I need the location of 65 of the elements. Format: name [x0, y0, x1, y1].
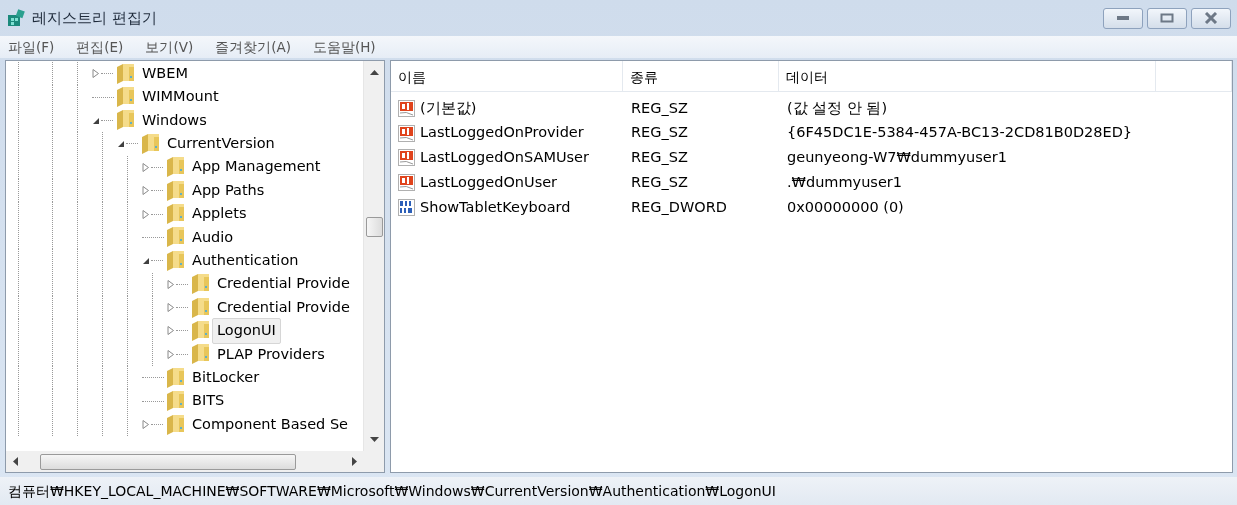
value-type: REG_DWORD [631, 198, 727, 215]
close-icon [1204, 12, 1218, 24]
folder-icon [165, 366, 185, 389]
string-value-icon [397, 148, 416, 168]
scroll-right-icon[interactable] [352, 457, 358, 466]
value-data: .₩dummyuser1 [787, 173, 903, 190]
tree-item[interactable]: WIMMount [137, 84, 224, 110]
tree-item[interactable]: WBEM [137, 61, 193, 87]
value-name[interactable]: (기본값) [420, 97, 477, 120]
value-name[interactable]: LastLoggedOnSAMUser [420, 147, 589, 169]
maximize-button[interactable] [1147, 7, 1187, 29]
value-type: REG_SZ [631, 99, 688, 116]
folder-icon [165, 179, 185, 202]
value-data: 0x00000000 (0) [787, 198, 904, 215]
tree-item[interactable]: Applets [187, 201, 252, 227]
folder-icon [190, 320, 210, 342]
string-value-icon [397, 173, 416, 193]
tree-item[interactable]: Windows [137, 107, 212, 134]
column-header[interactable]: 종류 [623, 61, 779, 91]
folder-icon [165, 390, 185, 413]
value-type: REG_SZ [631, 149, 688, 166]
folder-icon [165, 413, 185, 436]
folder-icon [190, 296, 210, 319]
minimize-icon [1116, 15, 1130, 21]
column-header[interactable]: 데이터 [779, 61, 1156, 91]
string-value-icon [397, 98, 416, 118]
scroll-left-icon[interactable] [12, 457, 18, 466]
folder-icon [115, 62, 135, 85]
folder-icon [165, 226, 185, 249]
menu-item[interactable]: 도움말(H) [312, 36, 376, 58]
value-data: geunyeong-W7₩dummyuser1 [787, 149, 1007, 166]
scroll-down-icon[interactable] [369, 437, 379, 443]
tree-item[interactable]: LogonUI [212, 318, 281, 344]
column-header[interactable]: 이름 [391, 61, 623, 91]
folder-icon [140, 132, 160, 155]
folder-icon [190, 343, 210, 366]
value-data: (값 설정 안 됨) [787, 99, 888, 116]
scrollbar-thumb[interactable] [365, 217, 383, 237]
folder-icon [190, 273, 210, 296]
minimize-button[interactable] [1103, 7, 1143, 29]
registry-icon [6, 8, 26, 28]
folder-icon [165, 156, 185, 179]
value-type: REG_SZ [631, 173, 688, 190]
value-name[interactable]: ShowTabletKeyboard [420, 196, 571, 219]
value-type: REG_SZ [631, 124, 688, 141]
tree-item[interactable]: CurrentVersion [162, 131, 280, 157]
maximize-icon [1160, 13, 1174, 23]
value-name[interactable]: LastLoggedOnUser [420, 171, 558, 194]
status-path: 컴퓨터₩HKEY_LOCAL_MACHINE₩SOFTWARE₩Microsoft₩Windows₩CurrentVersion₩Authentication₩LogonUI [8, 481, 776, 501]
window-title: 레지스트리 편집기 [32, 7, 157, 29]
folder-icon [165, 203, 185, 226]
menu-item[interactable]: 즐겨찾기(A) [215, 36, 291, 58]
folder-icon [115, 109, 135, 132]
value-name[interactable]: LastLoggedOnProvider [420, 122, 584, 145]
string-value-icon [397, 123, 416, 143]
menu-item[interactable]: 보기(V) [145, 36, 194, 58]
menu-item[interactable]: 파일(F) [8, 36, 55, 58]
close-button[interactable] [1191, 7, 1231, 29]
menu-item[interactable]: 편집(E) [76, 36, 124, 58]
folder-icon [165, 249, 185, 272]
scroll-up-icon[interactable] [369, 69, 379, 75]
folder-icon [115, 86, 135, 109]
scrollbar-thumb[interactable] [40, 453, 296, 470]
value-data: {6F45DC1E-5384-457A-BC13-2CD81B0D28ED} [787, 124, 1133, 141]
binary-value-icon [397, 198, 416, 218]
